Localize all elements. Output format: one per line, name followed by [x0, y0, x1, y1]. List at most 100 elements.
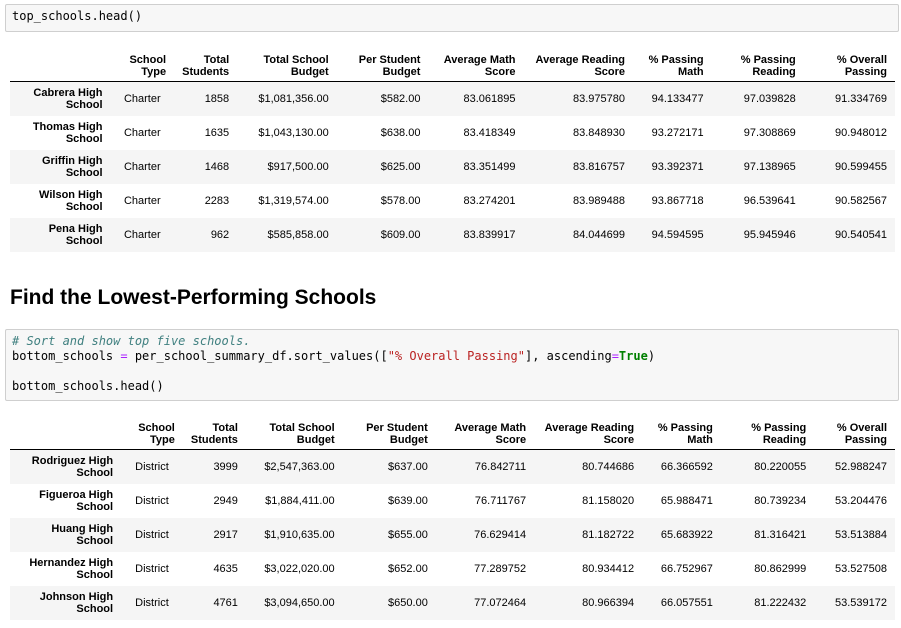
cell-overall-passing: 90.948012	[835, 126, 887, 139]
cell-per-student-budget: $582.00	[380, 92, 421, 105]
cell-total-school-budget: $3,022,020.00	[264, 562, 335, 575]
cell-average-math-score: 77.072464	[474, 596, 527, 609]
cell-overall-passing: 52.988247	[835, 460, 887, 473]
row-school-name: Cabrera High School	[33, 86, 103, 111]
cell-school-type: Charter	[123, 126, 161, 139]
cell-school-type: Charter	[123, 160, 161, 173]
cell-average-math-score: 83.418349	[463, 126, 516, 139]
cell-overall-passing: 53.539172	[835, 596, 887, 609]
cell-school-type: District	[135, 596, 169, 609]
col-header-overall-passing: % Overall Passing	[836, 422, 887, 446]
header-row: School Type Total Students Total School Budge…	[10, 422, 895, 450]
col-header-passing-reading: % Passing Reading	[740, 54, 796, 78]
index-header	[10, 54, 111, 82]
col-header-school-type: School Type	[129, 54, 167, 78]
cell-per-student-budget: $578.00	[380, 194, 421, 207]
cell-total-students: 2283	[204, 194, 230, 207]
col-header-per-student-budget: Per Student Budget	[358, 54, 421, 78]
cell-total-school-budget: $917,500.00	[267, 160, 329, 173]
section-title: Find the Lowest-Performing Schools	[10, 286, 377, 309]
col-header-total-students: Total Students	[182, 54, 230, 78]
cell-total-school-budget: $1,043,130.00	[258, 126, 329, 139]
col-header-passing-math: % Passing Math	[657, 422, 713, 446]
cell-passing-math: 93.867718	[651, 194, 704, 207]
cell-average-reading-score: 83.975780	[573, 92, 626, 105]
table-row: Wilson High School Charter 2283 $1,319,574.0…	[10, 184, 895, 218]
table-row: Griffin High School Charter 1468 $917,500.00…	[10, 149, 895, 184]
cell-per-student-budget: $639.00	[388, 494, 428, 507]
table-row: Pena High School Charter 962 $585,858.00 $609…	[10, 217, 895, 252]
code-cell-bottom-schools[interactable]: # Sort and show top five schools. bottom…	[5, 329, 899, 401]
cell-passing-math: 93.272171	[651, 126, 704, 139]
row-school-name: Pena High School	[48, 222, 103, 247]
cell-overall-passing: 53.527508	[835, 562, 887, 575]
col-header-total-school-budget: Total School Budget	[263, 54, 329, 78]
row-school-name: Thomas High School	[32, 120, 103, 145]
col-header-school-type: School Type	[138, 422, 175, 446]
row-school-name: Huang High School	[51, 522, 114, 547]
cell-passing-reading: 97.039828	[743, 92, 796, 105]
cell-total-students: 3999	[213, 460, 238, 473]
cell-passing-math: 66.057551	[660, 596, 713, 609]
col-header-passing-reading: % Passing Reading	[751, 422, 807, 446]
cell-total-school-budget: $1,081,356.00	[258, 92, 329, 105]
table-row: Cabrera High School Charter 1858 $1,081,356.…	[10, 81, 895, 116]
col-header-average-math-score: Average Math Score	[443, 54, 516, 78]
cell-average-reading-score: 80.966394	[582, 596, 635, 609]
cell-average-math-score: 83.351499	[463, 160, 516, 173]
cell-total-school-budget: $1,910,635.00	[264, 528, 335, 541]
cell-passing-math: 66.752967	[660, 562, 713, 575]
cell-passing-math: 65.988471	[660, 494, 713, 507]
cell-school-type: District	[135, 494, 169, 507]
table-row: Hernandez High School District 4635 $3,022,0…	[10, 552, 895, 586]
cell-passing-reading: 81.222432	[754, 596, 807, 609]
cell-total-school-budget: $2,547,363.00	[264, 460, 335, 473]
col-header-average-math-score: Average Math Score	[454, 422, 527, 446]
cell-average-reading-score: 80.934412	[582, 562, 635, 575]
row-school-name: Hernandez High School	[29, 556, 114, 581]
cell-total-students: 4761	[213, 596, 238, 609]
cell-total-school-budget: $585,858.00	[267, 228, 329, 241]
cell-per-student-budget: $655.00	[388, 528, 428, 541]
cell-average-math-score: 76.842711	[474, 460, 527, 473]
cell-per-student-budget: $609.00	[380, 228, 421, 241]
cell-passing-reading: 81.316421	[754, 528, 807, 541]
col-header-total-students: Total Students	[190, 422, 238, 446]
cell-total-students: 2949	[213, 494, 238, 507]
cell-passing-math: 93.392371	[651, 160, 704, 173]
table-row: Rodriguez High School District 3999 $2,547,3…	[10, 449, 895, 484]
cell-average-reading-score: 84.044699	[573, 228, 626, 241]
row-school-name: Johnson High School	[39, 590, 114, 615]
cell-per-student-budget: $638.00	[380, 126, 421, 139]
cell-average-reading-score: 81.158020	[582, 494, 635, 507]
cell-school-type: District	[135, 528, 169, 541]
cell-average-reading-score: 83.848930	[573, 126, 626, 139]
cell-school-type: District	[135, 460, 169, 473]
cell-total-school-budget: $3,094,650.00	[264, 596, 335, 609]
table-row: Johnson High School District 4761 $3,094,650…	[10, 585, 895, 620]
col-header-average-reading-score: Average Reading Score	[535, 54, 626, 78]
cell-passing-reading: 97.138965	[743, 160, 796, 173]
table-row: Thomas High School Charter 1635 $1,043,130.0…	[10, 116, 895, 150]
cell-total-students: 1468	[204, 160, 230, 173]
cell-per-student-budget: $625.00	[380, 160, 421, 173]
cell-school-type: Charter	[123, 194, 161, 207]
cell-total-students: 1635	[204, 126, 230, 139]
row-school-name: Figueroa High School	[39, 488, 114, 513]
cell-passing-math: 66.366592	[660, 460, 713, 473]
cell-per-student-budget: $650.00	[388, 596, 428, 609]
code-cell-top-schools[interactable]: top_schools.head()	[5, 4, 899, 32]
cell-average-math-score: 76.629414	[474, 528, 527, 541]
cell-passing-math: 94.133477	[651, 92, 704, 105]
cell-average-math-score: 83.061895	[463, 92, 516, 105]
cell-overall-passing: 90.582567	[835, 194, 887, 207]
cell-passing-math: 94.594595	[651, 228, 704, 241]
top-schools-table: School Type Total Students Total School Budge…	[10, 54, 895, 252]
cell-total-students: 4635	[213, 562, 238, 575]
index-header	[10, 422, 121, 450]
cell-overall-passing: 90.599455	[835, 160, 887, 173]
col-header-average-reading-score: Average Reading Score	[544, 422, 635, 446]
cell-average-reading-score: 83.816757	[573, 160, 626, 173]
cell-average-math-score: 77.289752	[474, 562, 527, 575]
cell-per-student-budget: $652.00	[388, 562, 428, 575]
